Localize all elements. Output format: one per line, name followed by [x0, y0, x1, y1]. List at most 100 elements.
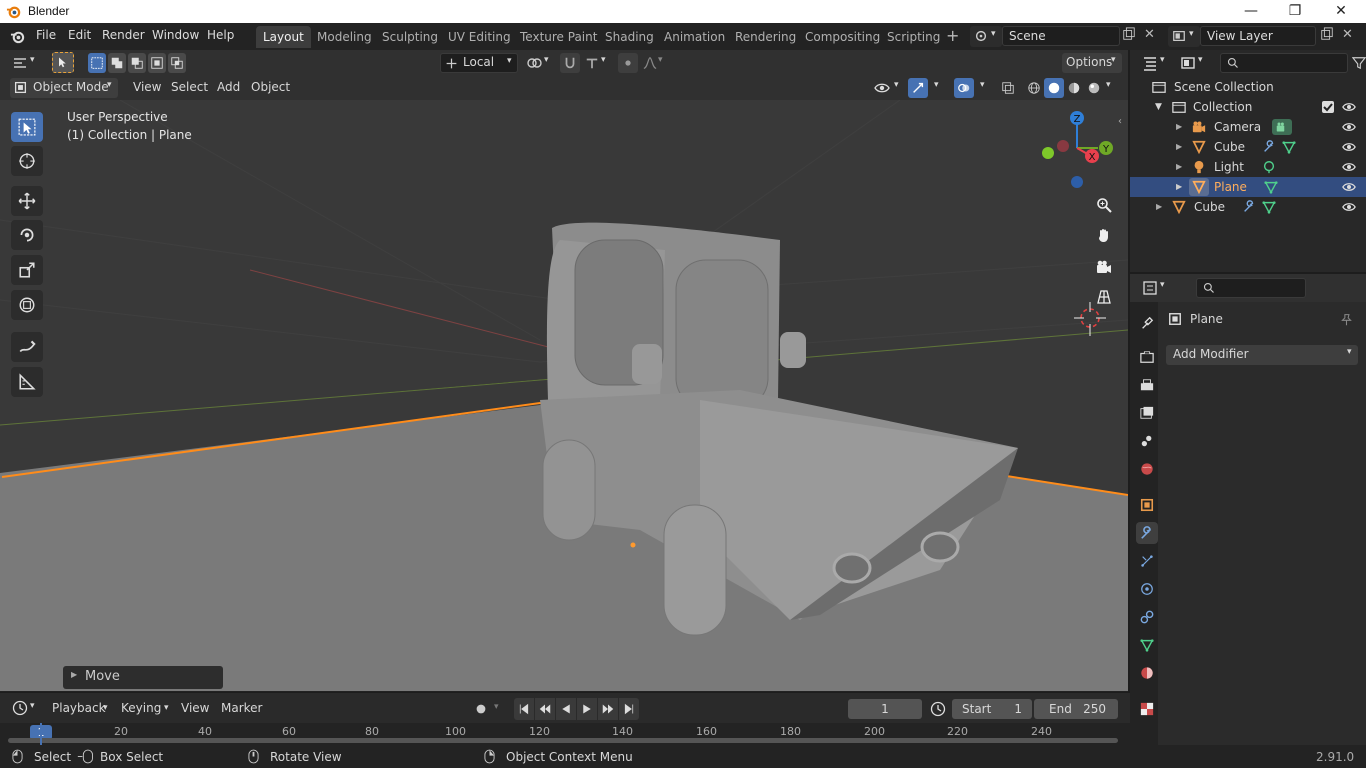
outliner-row-scene-collection[interactable]: Scene Collection [1130, 77, 1366, 97]
tab-scripting[interactable]: Scripting [880, 26, 947, 48]
tab-layout[interactable]: Layout [256, 26, 311, 48]
rendered-shading-icon[interactable] [1084, 78, 1104, 98]
orthographic-toggle-icon[interactable] [1091, 284, 1117, 310]
viewport-menu-view[interactable]: View [133, 80, 161, 94]
new-view-layer-icon[interactable] [1320, 27, 1334, 41]
auto-keying-toggle[interactable]: ▾ [472, 699, 508, 719]
outliner-row-cube[interactable]: ▶ Cube [1130, 137, 1366, 157]
wireframe-shading-icon[interactable] [1024, 78, 1044, 98]
select-subtract-icon[interactable] [128, 53, 146, 73]
exclude-checkbox[interactable] [1322, 101, 1334, 113]
timeline-editor-type-button[interactable]: ▾ [10, 697, 40, 719]
scene-selector-button[interactable]: ▾ [970, 26, 1002, 47]
material-tab-icon[interactable] [1136, 662, 1158, 684]
view-layer-field[interactable]: View Layer [1200, 26, 1316, 46]
solid-shading-icon[interactable] [1044, 78, 1064, 98]
tab-shading[interactable]: Shading [598, 26, 661, 48]
material-shading-icon[interactable] [1064, 78, 1084, 98]
render-tab-icon[interactable] [1136, 346, 1158, 368]
menu-window[interactable]: Window [152, 28, 199, 42]
tab-animation[interactable]: Animation [657, 26, 732, 48]
tab-compositing[interactable]: Compositing [798, 26, 887, 48]
chevron-right-icon[interactable]: ▶ [1176, 157, 1182, 177]
texture-tab-icon[interactable] [1136, 698, 1158, 720]
blender-menu-icon[interactable] [10, 29, 25, 44]
snap-element-button[interactable]: ▾ [582, 53, 612, 73]
pivot-point-button[interactable]: ▾ [524, 53, 554, 73]
object-data-tab-icon[interactable] [1136, 634, 1158, 656]
eye-icon[interactable] [1342, 120, 1356, 134]
menu-file[interactable]: File [36, 28, 56, 42]
display-mode-button[interactable]: ▾ [1178, 53, 1208, 73]
3d-viewport[interactable]: User Perspective (1) Collection | Plane … [0, 100, 1128, 692]
properties-search-input[interactable] [1196, 278, 1306, 298]
timeline-menu-marker[interactable]: Marker [221, 701, 262, 715]
sidebar-toggle-icon[interactable]: ‹ [1118, 116, 1122, 127]
options-dropdown[interactable]: Options ▾ [1062, 53, 1122, 73]
prev-keyframe-icon[interactable] [535, 698, 555, 720]
mode-dropdown[interactable]: Object Mode ▾ [10, 78, 118, 98]
pin-icon[interactable] [1340, 313, 1353, 326]
menu-render[interactable]: Render [102, 28, 145, 42]
shading-dropdown-icon[interactable]: ▾ [1106, 80, 1111, 90]
light-data-icon[interactable] [1262, 160, 1276, 174]
move-tool-icon[interactable] [11, 186, 43, 216]
select-invert-icon[interactable] [148, 53, 166, 73]
particles-tab-icon[interactable] [1136, 550, 1158, 572]
jump-start-icon[interactable] [514, 698, 534, 720]
jump-end-icon[interactable] [619, 698, 639, 720]
wrench-modifier-icon[interactable] [1242, 200, 1256, 214]
play-reverse-icon[interactable] [556, 698, 576, 720]
annotate-tool-icon[interactable] [11, 332, 43, 362]
close-button[interactable]: ✕ [1318, 0, 1364, 23]
select-new-icon[interactable] [88, 53, 106, 73]
maximize-button[interactable]: ❐ [1272, 0, 1318, 23]
object-tab-icon[interactable] [1136, 494, 1158, 516]
eye-icon[interactable] [1342, 160, 1356, 174]
next-keyframe-icon[interactable] [598, 698, 618, 720]
viewport-menu-add[interactable]: Add [217, 80, 240, 94]
rotate-tool-icon[interactable] [11, 220, 43, 250]
viewport-menu-select[interactable]: Select [171, 80, 208, 94]
minimize-button[interactable]: — [1228, 0, 1274, 23]
xray-toggle-icon[interactable] [998, 78, 1018, 98]
gizmo-dropdown-icon[interactable]: ▾ [934, 80, 939, 90]
eye-icon[interactable] [1342, 200, 1356, 214]
scene-name-field[interactable]: Scene [1002, 26, 1120, 46]
transform-tool-icon[interactable] [11, 290, 43, 320]
cursor-tool-icon[interactable] [11, 146, 43, 176]
outliner-editor-type-button[interactable]: ▾ [1140, 53, 1170, 73]
outliner-search-input[interactable] [1220, 53, 1348, 73]
properties-editor-type-button[interactable]: ▾ [1140, 278, 1170, 298]
menu-edit[interactable]: Edit [68, 28, 91, 42]
timeline-menu-view[interactable]: View [181, 701, 209, 715]
eye-icon[interactable] [1342, 180, 1356, 194]
timeline-scrollbar[interactable] [8, 738, 1118, 743]
physics-tab-icon[interactable] [1136, 578, 1158, 600]
tab-uv-editing[interactable]: UV Editing [441, 26, 518, 48]
world-tab-icon[interactable] [1136, 458, 1158, 480]
tab-sculpting[interactable]: Sculpting [375, 26, 445, 48]
tab-modeling[interactable]: Modeling [310, 26, 379, 48]
scale-tool-icon[interactable] [11, 255, 43, 285]
gizmo-toggle-icon[interactable] [908, 78, 928, 98]
modifier-tab-icon[interactable] [1136, 522, 1158, 544]
select-extend-icon[interactable] [108, 53, 126, 73]
new-scene-icon[interactable] [1122, 27, 1138, 45]
chevron-right-icon[interactable]: ▶ [1176, 137, 1182, 157]
camera-data-icon[interactable] [1272, 119, 1292, 135]
editor-type-button[interactable]: ▾ [10, 53, 40, 73]
chevron-right-icon[interactable]: ▶ [1156, 197, 1162, 217]
transform-orientation-dropdown[interactable]: Local ▾ [440, 53, 518, 73]
mesh-data-icon[interactable] [1282, 140, 1296, 154]
current-frame-field[interactable]: 1 [848, 699, 922, 719]
outliner-row-cube-root[interactable]: ▶ Cube [1130, 197, 1366, 217]
last-operator-panel[interactable]: ▶ Move [63, 666, 223, 689]
active-tool-icon[interactable] [52, 52, 74, 73]
view-layer-tab-icon[interactable] [1136, 402, 1158, 424]
select-box-tool-icon[interactable] [11, 112, 43, 142]
output-tab-icon[interactable] [1136, 374, 1158, 396]
navigation-gizmo[interactable]: Z Y X [1036, 108, 1120, 192]
chevron-right-icon[interactable]: ▶ [1176, 117, 1182, 137]
overlays-dropdown-icon[interactable]: ▾ [980, 80, 985, 90]
